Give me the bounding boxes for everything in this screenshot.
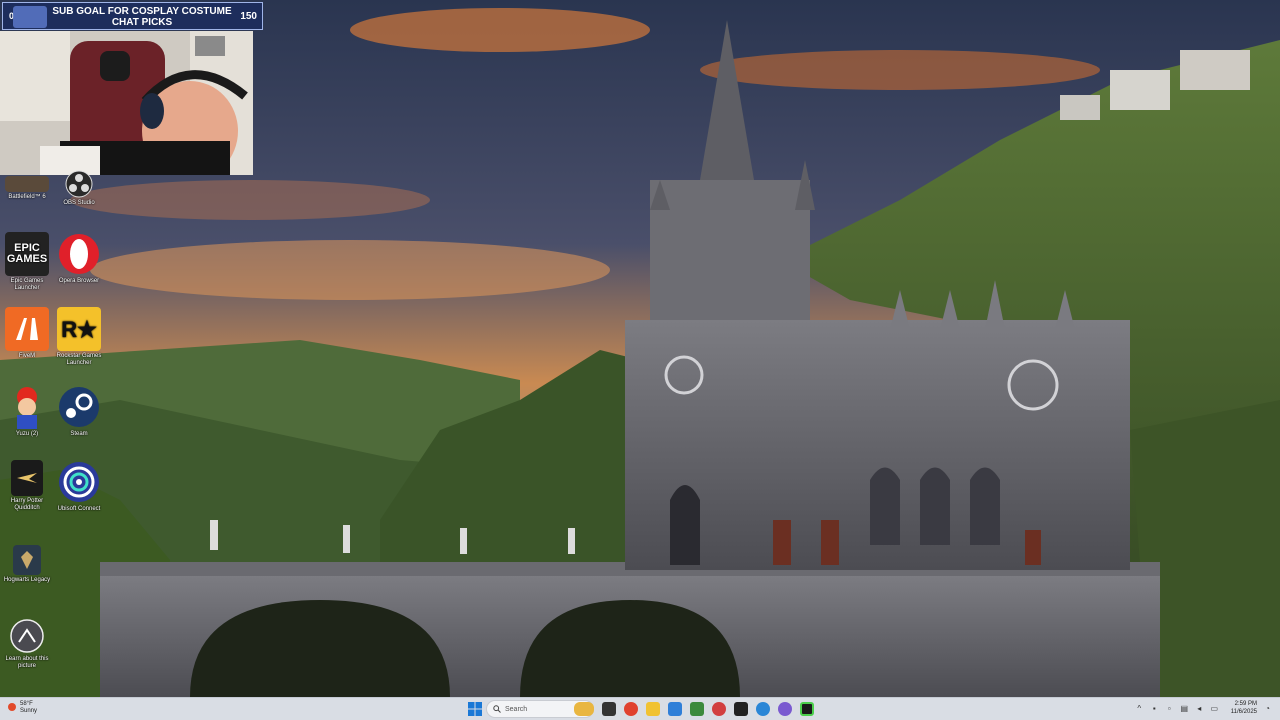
fivem-icon (5, 307, 49, 351)
xbox-icon[interactable] (690, 702, 704, 716)
game-app-icon[interactable] (712, 702, 726, 716)
notification-bell-icon[interactable]: ◔ (1263, 704, 1272, 713)
learn-picture-icon (5, 618, 49, 654)
edge-icon[interactable] (668, 702, 682, 716)
desktop-icon-learn-picture[interactable]: Learn about this picture (2, 618, 52, 670)
ubisoft-icon (57, 460, 101, 504)
desktop-icon-opera[interactable]: Opera Browser (54, 232, 104, 285)
tray-overflow-icon[interactable]: ^ (1135, 704, 1144, 713)
start-button[interactable] (468, 702, 482, 716)
desktop-icon-rockstar[interactable]: R★ Rockstar Games Launcher (54, 307, 104, 367)
tray-app-icon[interactable]: ▪ (1150, 704, 1159, 713)
chat-app-icon[interactable] (778, 702, 792, 716)
desktop-icon-epic-games[interactable]: EPIC GAMES Epic Games Launcher (2, 232, 52, 292)
obs-icon (57, 170, 101, 198)
epic-games-icon: EPIC GAMES (5, 232, 49, 276)
quidditch-icon (11, 460, 43, 496)
taskbar-widget-icon[interactable] (574, 702, 594, 716)
desktop-icon-ubisoft[interactable]: Ubisoft Connect (54, 460, 104, 513)
system-tray: ^ ▪ ▫ ▤ ◂ ▭ 2:59 PM 11/6/2025 ◔ (1135, 700, 1272, 716)
network-icon[interactable]: ▤ (1180, 704, 1189, 713)
steam-icon (57, 385, 101, 429)
desktop-icon-obs[interactable]: OBS Studio (54, 170, 104, 207)
webcam-overlay (0, 31, 253, 175)
desktop-icon-yuzu[interactable]: Yuzu (2) (2, 385, 52, 438)
tray-app-icon-2[interactable]: ▫ (1165, 704, 1174, 713)
chrome-icon[interactable] (624, 702, 638, 716)
clock-date: 11/6/2025 (1230, 709, 1257, 715)
desktop-icon-fivem[interactable]: FiveM (2, 307, 52, 360)
weather-widget[interactable]: 58°F Sunny (8, 701, 37, 715)
desktop-icon-battlefield[interactable]: Battlefield™ 6 (2, 176, 52, 201)
search-icon (493, 705, 501, 713)
nvidia-app-icon[interactable] (800, 702, 814, 716)
sub-goal-title: SUB GOAL FOR COSPLAY COSTUME CHAT PICKS (52, 6, 232, 28)
browser-icon[interactable] (756, 702, 770, 716)
weather-temperature: 58°F (20, 701, 33, 707)
sub-goal-avatar (13, 6, 47, 28)
weather-description: Sunny (20, 708, 38, 714)
battlefield-icon (5, 176, 49, 192)
volume-icon[interactable]: ◂ (1195, 704, 1204, 713)
desktop-icon-quidditch[interactable]: Harry Potter Quidditch (2, 460, 52, 512)
mario-icon (5, 385, 49, 429)
sub-goal-target-count: 150 (240, 11, 257, 22)
desktop-icon-hogwarts[interactable]: Hogwarts Legacy (2, 545, 52, 584)
search-placeholder: Search (505, 705, 528, 713)
clock-time: 2:59 PM (1234, 701, 1257, 707)
sub-goal-overlay: 0 SUB GOAL FOR COSPLAY COSTUME CHAT PICK… (2, 2, 263, 30)
windows-icon (468, 702, 482, 716)
desktop-icon-steam[interactable]: Steam (54, 385, 104, 438)
taskbar: 58°F Sunny Search ^ ▪ ▫ ▤ ◂ ▭ 2:59 PM 11… (0, 697, 1280, 720)
weather-sun-icon (8, 703, 16, 711)
hogwarts-icon (13, 545, 41, 575)
terminal-icon[interactable] (734, 702, 748, 716)
battery-icon[interactable]: ▭ (1210, 704, 1219, 713)
rockstar-icon: R★ (57, 307, 101, 351)
task-view-icon[interactable] (602, 702, 616, 716)
system-clock[interactable]: 2:59 PM 11/6/2025 (1231, 700, 1257, 716)
opera-icon (57, 232, 101, 276)
file-explorer-icon[interactable] (646, 702, 660, 716)
